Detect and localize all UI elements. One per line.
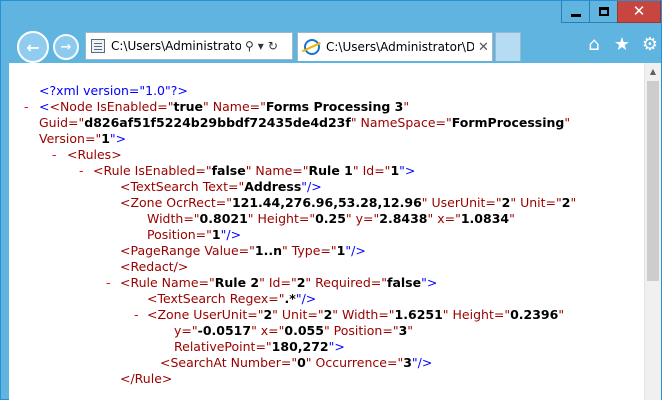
xml-zone2-line1: <Zone UserUnit="2" Unit="2" Width="1.625… [147, 307, 565, 322]
vertical-scrollbar[interactable]: ▲ [644, 63, 661, 400]
xml-rule1-open: <Rule IsEnabled="false" Name="Rule 1" Id… [93, 163, 416, 178]
favorites-icon[interactable]: ★ [613, 34, 631, 55]
xml-node-line: <<Node IsEnabled="true" Name="Forms Proc… [39, 99, 410, 114]
xml-rule-close: </Rule> [120, 371, 173, 386]
title-bar: ✕ [1, 1, 661, 29]
xml-pagerange: <PageRange Value="1..n" Type="1"/> [120, 243, 366, 258]
scroll-thumb[interactable] [647, 81, 659, 281]
navigation-bar: ← → C:\Users\Administrator\ ⚲ ▾ ↻ C:\Use… [1, 29, 661, 63]
maximize-button[interactable] [589, 1, 619, 23]
tab-close-icon[interactable]: ✕ [478, 40, 489, 55]
refresh-icon[interactable]: ↻ [268, 39, 278, 53]
settings-icon[interactable]: ⚙ [641, 34, 659, 55]
new-tab-button[interactable] [495, 32, 521, 61]
maximize-icon [599, 7, 609, 16]
xml-rule2-open: <Rule Name="Rule 2" Id="2" Required="fal… [120, 275, 438, 290]
close-button[interactable]: ✕ [617, 1, 661, 23]
xml-rules-open: <Rules> [67, 147, 122, 162]
collapse-marker-rules[interactable]: - [52, 147, 62, 163]
minimize-button[interactable] [561, 1, 591, 23]
dropdown-icon[interactable]: ▾ [258, 39, 264, 53]
minimize-icon [571, 13, 581, 17]
address-tools: ⚲ ▾ ↻ [245, 39, 278, 53]
address-text: C:\Users\Administrator\ [111, 39, 241, 53]
xml-zone1-line3: Position="1"/> [147, 227, 242, 242]
ie-icon [304, 39, 320, 55]
xml-textsearch2: <TextSearch Regex=".*"/> [147, 291, 317, 306]
xml-searchat: <SearchAt Number="0" Occurrence="3"/> [160, 355, 433, 370]
collapse-marker-rule1[interactable]: - [79, 163, 89, 179]
xml-zone2-line2: y="-0.0517" x="0.055" Position="3" [174, 323, 414, 338]
collapse-marker-zone2[interactable]: - [134, 307, 144, 323]
collapse-marker-node[interactable]: - [24, 99, 34, 115]
back-arrow-icon: ← [26, 37, 40, 57]
browser-window: ✕ ← → C:\Users\Administrator\ ⚲ ▾ ↻ C:\U… [0, 0, 662, 400]
page-content: <?xml version="1.0"?> - <<Node IsEnabled… [9, 63, 661, 400]
back-button[interactable]: ← [17, 31, 49, 63]
forward-arrow-icon: → [60, 39, 72, 55]
xml-redact: <Redact/> [120, 259, 189, 274]
search-icon[interactable]: ⚲ [245, 39, 254, 53]
forward-button[interactable]: → [53, 34, 79, 60]
close-icon: ✕ [632, 2, 646, 20]
page-icon [91, 39, 105, 53]
toolbar-icons: ⌂ ★ ⚙ [585, 34, 659, 55]
xml-zone2-line3: RelativePoint="180,272"> [174, 339, 345, 354]
home-icon[interactable]: ⌂ [585, 34, 603, 55]
xml-zone1-line2: Width="0.8021" Height="0.25" y="2.8438" … [147, 211, 515, 226]
xml-declaration: <?xml version="1.0"?> [39, 83, 188, 98]
tab-title: C:\Users\Administrator\Do... [326, 40, 474, 54]
xml-node-version: Version="1"> [39, 131, 127, 146]
tab-active[interactable]: C:\Users\Administrator\Do... ✕ [297, 32, 493, 61]
address-bar[interactable]: C:\Users\Administrator\ ⚲ ▾ ↻ [85, 32, 293, 60]
xml-node-guid: Guid="d826af51f5224b29bbdf72435de4d23f" … [39, 115, 571, 130]
collapse-marker-rule2[interactable]: - [106, 275, 116, 291]
xml-zone1-line1: <Zone OcrRect="121.44,276.96,53.28,12.96… [120, 195, 577, 210]
scroll-up-arrow-icon[interactable]: ▲ [645, 63, 661, 79]
xml-textsearch1: <TextSearch Text="Address"/> [120, 179, 322, 194]
